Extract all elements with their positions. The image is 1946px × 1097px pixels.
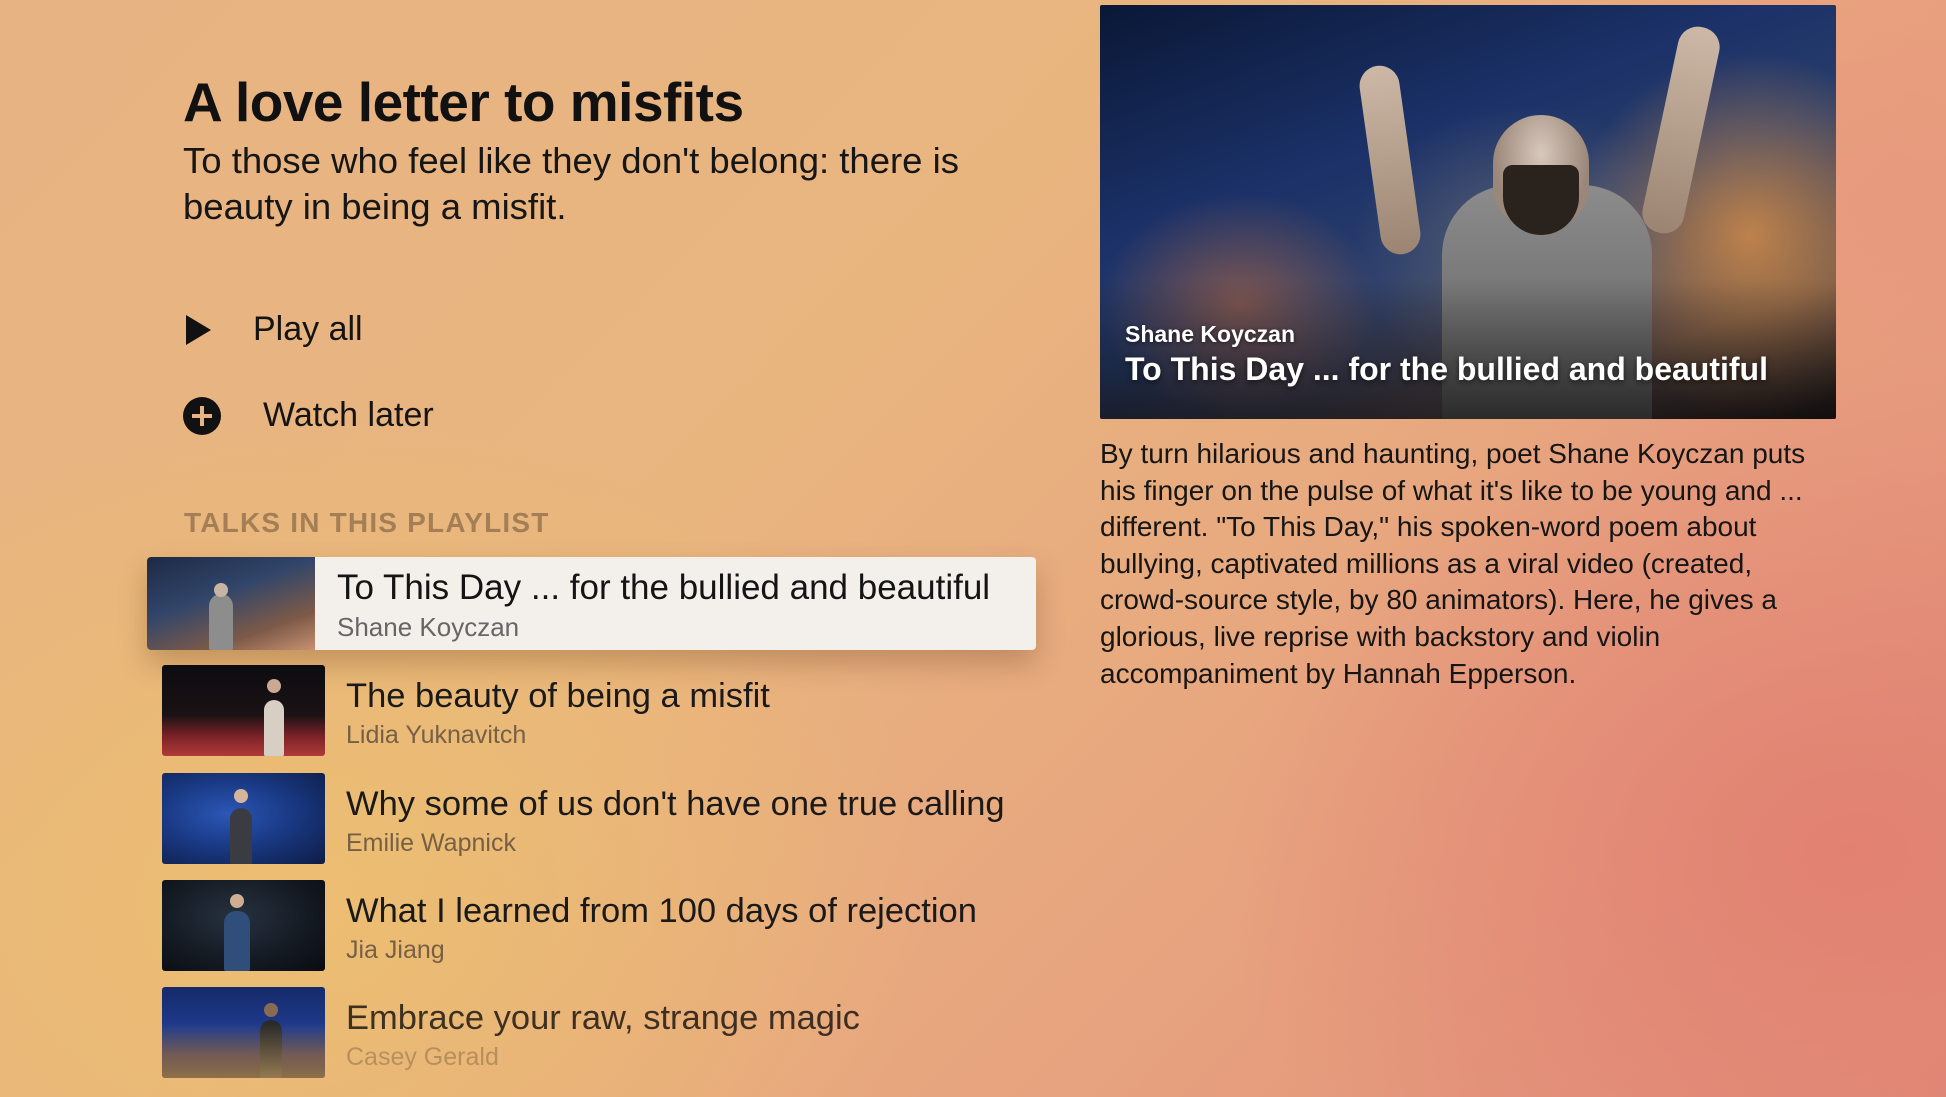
talk-title: The beauty of being a misfit — [346, 677, 770, 715]
thumbnail-fade — [162, 987, 325, 1078]
watch-later-label: Watch later — [263, 396, 434, 434]
talk-item-beauty-of-misfit[interactable]: The beauty of being a misfit Lidia Yukna… — [162, 665, 1032, 756]
talk-text: Why some of us don't have one true calli… — [325, 773, 1005, 864]
talk-item-raw-strange-magic[interactable]: Embrace your raw, strange magic Casey Ge… — [162, 987, 1032, 1078]
talk-description: By turn hilarious and haunting, poet Sha… — [1100, 438, 1806, 689]
talk-title: To This Day ... for the bullied and beau… — [337, 568, 991, 607]
play-all-button[interactable]: Play all — [183, 310, 363, 349]
watch-later-button[interactable]: Watch later — [183, 396, 434, 435]
speaker-head — [214, 583, 228, 597]
speaker-arm — [1356, 63, 1424, 257]
speaker-head — [234, 789, 248, 803]
talk-speaker: Shane Koyczan — [337, 612, 520, 642]
speaker-head — [267, 679, 281, 693]
talk-thumbnail — [162, 773, 325, 864]
preview-title: To This Day ... for the bullied and beau… — [1125, 351, 1768, 387]
playlist-title: A love letter to misfits — [183, 71, 744, 133]
talk-speaker: Jia Jiang — [346, 936, 445, 964]
talk-item-100-days-rejection[interactable]: What I learned from 100 days of rejectio… — [162, 880, 1032, 971]
preview-speaker: Shane Koyczan — [1125, 321, 1295, 347]
talk-speaker: Lidia Yuknavitch — [346, 721, 527, 749]
speaker-figure — [264, 700, 284, 756]
talk-thumbnail — [147, 557, 315, 650]
talk-item-one-true-calling[interactable]: Why some of us don't have one true calli… — [162, 773, 1032, 864]
talk-text: What I learned from 100 days of rejectio… — [325, 880, 977, 971]
talk-thumbnail — [162, 987, 325, 1078]
talk-speaker: Emilie Wapnick — [346, 829, 516, 857]
talk-speaker: Casey Gerald — [346, 1043, 499, 1071]
talk-item-to-this-day[interactable]: To This Day ... for the bullied and beau… — [147, 557, 1036, 650]
talk-title: What I learned from 100 days of rejectio… — [346, 892, 977, 930]
talk-text: To This Day ... for the bullied and beau… — [315, 557, 990, 650]
featured-talk-preview[interactable]: Shane Koyczan To This Day ... for the bu… — [1100, 5, 1836, 419]
talks-section-header: TALKS IN THIS PLAYLIST — [184, 507, 550, 538]
speaker-figure — [230, 808, 252, 864]
playlist-screen: A love letter to misfits To those who fe… — [0, 0, 1946, 1097]
preview-shade — [1100, 279, 1836, 419]
playlist-subtitle: To those who feel like they don't belong… — [183, 140, 959, 227]
talk-thumbnail — [162, 880, 325, 971]
speaker-figure — [224, 911, 250, 971]
play-icon — [186, 314, 211, 345]
plus-circle-icon — [183, 396, 221, 435]
talk-title: Embrace your raw, strange magic — [346, 999, 860, 1037]
talk-text: The beauty of being a misfit Lidia Yukna… — [325, 665, 770, 756]
speaker-arm — [1638, 22, 1724, 238]
play-all-label: Play all — [253, 310, 363, 348]
speaker-figure — [209, 594, 233, 650]
talk-title: Why some of us don't have one true calli… — [346, 785, 1005, 823]
speaker-head — [230, 894, 244, 908]
talk-thumbnail — [162, 665, 325, 756]
playlist-panel: A love letter to misfits To those who fe… — [0, 0, 1060, 1097]
talk-text: Embrace your raw, strange magic Casey Ge… — [325, 987, 860, 1078]
